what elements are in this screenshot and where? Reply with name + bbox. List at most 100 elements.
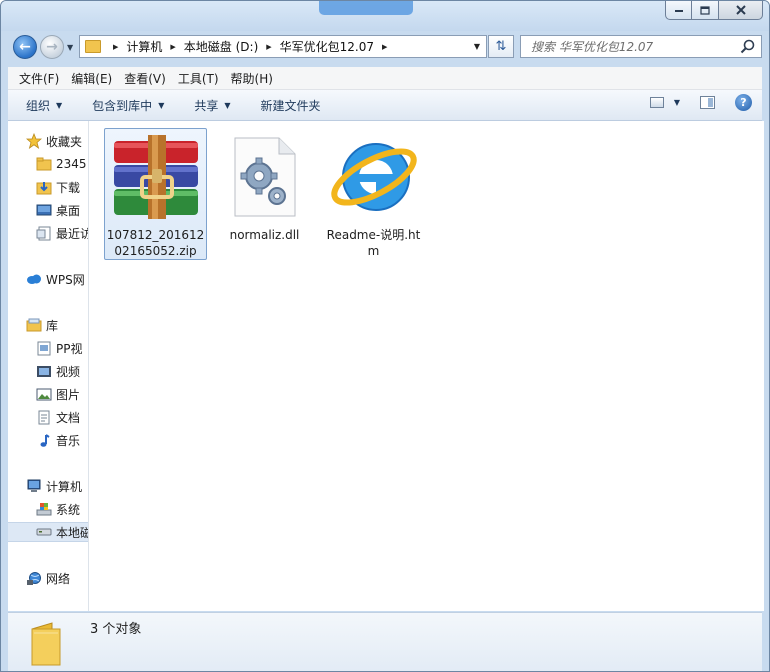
- back-arrow-icon: ←: [19, 39, 31, 55]
- breadcrumb-separator[interactable]: ▶: [382, 43, 387, 51]
- sidebar-item-2345[interactable]: 2345: [36, 154, 88, 174]
- chevron-down-icon: ▼: [224, 100, 231, 110]
- sidebar-item-documents[interactable]: 文档: [36, 407, 88, 427]
- view-options-dropdown[interactable]: ▼: [674, 98, 680, 107]
- close-icon: [735, 5, 746, 15]
- sidebar-item-pp-video[interactable]: PP视: [36, 338, 88, 358]
- music-icon: [36, 432, 52, 448]
- title-highlight: [319, 1, 413, 15]
- details-pane: 3 个对象: [8, 612, 762, 671]
- sidebar-item-network[interactable]: 网络: [26, 568, 88, 588]
- sidebar-item-wps-cloud[interactable]: WPS网: [26, 269, 88, 289]
- menu-edit[interactable]: 编辑(E): [65, 70, 118, 87]
- search-box[interactable]: [520, 35, 762, 58]
- sidebar-item-desktop[interactable]: 桌面: [36, 200, 88, 220]
- library-icon: [26, 317, 42, 333]
- menu-file[interactable]: 文件(F): [8, 70, 65, 87]
- sidebar-item-pictures[interactable]: 图片: [36, 384, 88, 404]
- breadcrumb-current-folder[interactable]: 华军优化包12.07: [280, 38, 374, 55]
- documents-icon: [36, 409, 52, 425]
- file-item-dll[interactable]: normaliz.dll: [213, 128, 316, 260]
- system-drive-icon: [36, 501, 52, 517]
- sidebar-item-label: 图片: [56, 387, 81, 402]
- organize-button[interactable]: 组织 ▼: [26, 97, 62, 114]
- dll-settings-icon: [217, 131, 313, 223]
- organize-label: 组织: [26, 98, 51, 113]
- downloads-icon: [36, 179, 52, 195]
- breadcrumb-separator[interactable]: ▶: [170, 43, 175, 51]
- winrar-archive-icon: [108, 132, 204, 223]
- include-in-library-button[interactable]: 包含到库中 ▼: [92, 97, 164, 114]
- item-count: 3 个对象: [90, 622, 142, 637]
- sidebar-item-label: 库: [46, 318, 59, 333]
- command-bar: 组织 ▼ 包含到库中 ▼ 共享 ▼ 新建文件夹 ▼ ?: [8, 90, 762, 121]
- file-name: Readme-说明.htm: [326, 228, 421, 258]
- sidebar-item-videos[interactable]: 视频: [36, 361, 88, 381]
- sidebar-item-music[interactable]: 音乐: [36, 430, 88, 450]
- folder-icon: [36, 156, 52, 172]
- file-list[interactable]: 107812_20161202165052.zip normaliz.dll R…: [89, 121, 764, 611]
- maximize-button[interactable]: [692, 1, 719, 20]
- file-name: 107812_20161202165052.zip: [106, 228, 205, 258]
- forward-button[interactable]: →: [40, 35, 64, 59]
- close-button[interactable]: [719, 1, 763, 20]
- new-folder-label: 新建文件夹: [260, 98, 321, 113]
- sidebar-item-label: 本地磁: [56, 525, 88, 540]
- wps-cloud-icon: [26, 271, 42, 287]
- menu-view[interactable]: 查看(V): [118, 70, 172, 87]
- window-controls: [665, 1, 763, 20]
- menu-help[interactable]: 帮助(H): [225, 70, 279, 87]
- computer-icon: [26, 478, 42, 494]
- address-bar[interactable]: ▶ 计算机 ▶ 本地磁盘 (D:) ▶ 华军优化包12.07 ▶ ▼: [79, 35, 487, 58]
- search-input[interactable]: [529, 39, 733, 55]
- network-icon: [26, 570, 42, 586]
- folder-icon: [31, 622, 61, 666]
- sidebar-item-downloads[interactable]: 下载: [36, 177, 88, 197]
- new-folder-button[interactable]: 新建文件夹: [261, 97, 321, 114]
- navigation-pane: 收藏夹 2345 下载 桌面 最近访 WPS网 库 PP视 视频 图片 文档 音…: [8, 121, 89, 611]
- chevron-down-icon: ▼: [56, 100, 63, 110]
- file-item-htm[interactable]: Readme-说明.htm: [322, 128, 425, 260]
- sidebar-item-label: 网络: [46, 571, 71, 586]
- navigation-bar: ← → ▼ ▶ 计算机 ▶ 本地磁盘 (D:) ▶ 华军优化包12.07 ▶ ▼…: [1, 31, 769, 65]
- desktop-icon: [36, 202, 52, 218]
- preview-pane-icon[interactable]: [700, 96, 715, 109]
- sidebar-item-label: 音乐: [56, 433, 81, 448]
- sidebar-item-system-drive[interactable]: 系统: [36, 499, 88, 519]
- breadcrumb-computer[interactable]: 计算机: [126, 38, 162, 55]
- file-name: normaliz.dll: [229, 228, 300, 242]
- internet-explorer-icon: [326, 131, 422, 223]
- recent-places-icon: [36, 225, 52, 241]
- local-disk-icon: [36, 524, 52, 540]
- recent-pages-dropdown[interactable]: ▼: [67, 43, 73, 52]
- sidebar-item-libraries[interactable]: 库: [26, 315, 88, 335]
- back-button[interactable]: ←: [13, 35, 37, 59]
- sidebar-item-computer[interactable]: 计算机: [26, 476, 88, 496]
- search-icon[interactable]: [740, 39, 755, 54]
- breadcrumb-separator[interactable]: ▶: [113, 43, 118, 51]
- menu-bar: 文件(F) 编辑(E) 查看(V) 工具(T) 帮助(H): [8, 67, 762, 90]
- minimize-button[interactable]: [665, 1, 692, 20]
- video-library-icon: [36, 340, 52, 356]
- sidebar-item-favorites[interactable]: 收藏夹: [26, 131, 88, 151]
- sidebar-item-label: 2345: [56, 157, 87, 171]
- sidebar-item-label: 最近访: [56, 226, 89, 241]
- menu-tools[interactable]: 工具(T): [172, 70, 225, 87]
- sidebar-item-label: 视频: [56, 364, 81, 379]
- share-button[interactable]: 共享 ▼: [194, 97, 230, 114]
- chevron-down-icon: ▼: [158, 100, 165, 110]
- help-icon[interactable]: ?: [735, 94, 752, 111]
- breadcrumb-separator[interactable]: ▶: [266, 43, 271, 51]
- file-item-zip[interactable]: 107812_20161202165052.zip: [104, 128, 207, 260]
- address-history-dropdown[interactable]: ▼: [474, 42, 480, 51]
- sidebar-item-label: 收藏夹: [46, 134, 83, 149]
- sidebar-item-label: 桌面: [56, 203, 81, 218]
- sidebar-item-label: WPS网: [46, 272, 85, 287]
- change-view-icon[interactable]: [649, 97, 664, 108]
- include-in-library-label: 包含到库中: [92, 98, 153, 113]
- forward-arrow-icon: →: [46, 39, 58, 55]
- breadcrumb-local-disk[interactable]: 本地磁盘 (D:): [184, 38, 258, 55]
- sidebar-item-recent-places[interactable]: 最近访: [36, 223, 89, 243]
- sidebar-item-local-disk[interactable]: 本地磁: [8, 522, 88, 542]
- refresh-button[interactable]: ⇅: [488, 35, 514, 58]
